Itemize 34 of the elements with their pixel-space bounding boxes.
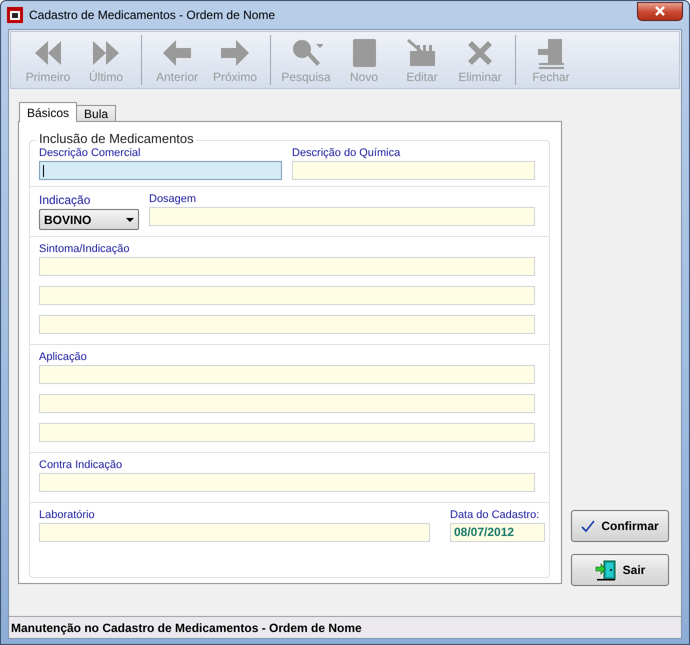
input-field[interactable] [292, 161, 535, 180]
input-field[interactable] [39, 523, 430, 542]
group-title: Inclusão de Medicamentos [37, 131, 196, 146]
input-field[interactable] [39, 394, 535, 413]
close-icon [655, 6, 665, 16]
input-field[interactable] [149, 207, 535, 226]
field-label: Contra Indicação [39, 459, 124, 471]
field-label: Sintoma/Indicação [39, 243, 130, 255]
close-button[interactable] [637, 2, 683, 20]
field-label: Indicação [39, 193, 92, 207]
field-label: Aplicação [39, 351, 88, 363]
confirm-button[interactable]: Confirmar [571, 510, 669, 542]
input-field[interactable] [39, 257, 535, 276]
app-icon [7, 7, 23, 23]
dropdown[interactable]: BOVINO [39, 209, 139, 230]
field-label: Data do Cadastro: [450, 509, 540, 521]
input-field[interactable] [39, 365, 535, 384]
window-title: Cadastro de Medicamentos - Ordem de Nome [29, 8, 276, 22]
input-field[interactable] [39, 161, 282, 180]
exit-button[interactable]: Sair [571, 554, 669, 586]
date-field[interactable]: 08/07/2012 [450, 523, 545, 542]
tab[interactable]: Bula [76, 105, 116, 121]
checkmark-icon [581, 519, 596, 533]
input-field[interactable] [39, 473, 535, 492]
field-label: Descrição do Química [292, 147, 402, 159]
field-label: Laboratório [39, 509, 96, 521]
input-field[interactable] [39, 286, 535, 305]
tab[interactable]: Básicos [19, 102, 78, 122]
field-label: Descrição Comercial [39, 147, 142, 159]
field-label: Dosagem [149, 193, 198, 205]
status-bar: Manutenção no Cadastro de Medicamentos - Ordem de Nome [9, 616, 681, 638]
caret-icon [126, 218, 134, 222]
input-field[interactable] [39, 423, 535, 442]
input-field[interactable] [39, 315, 535, 334]
